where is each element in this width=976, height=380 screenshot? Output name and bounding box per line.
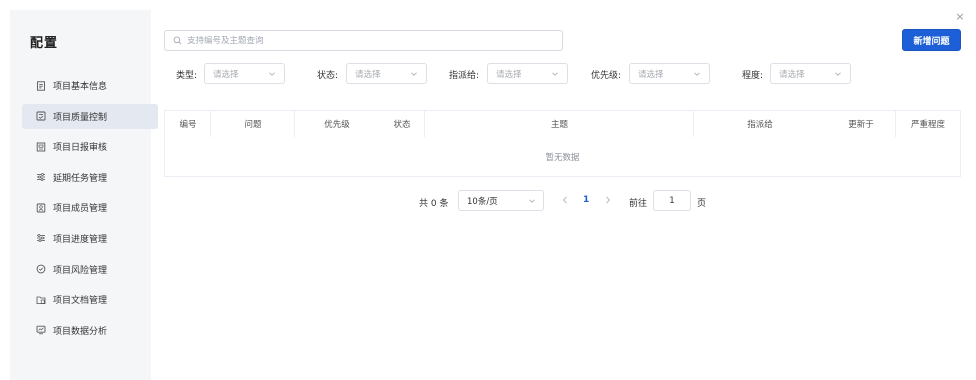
- sidebar-item-label: 项目日报审核: [53, 143, 108, 154]
- sidebar-item-daily-report[interactable]: 项目日报审核: [22, 134, 158, 159]
- column-header-subject[interactable]: 主题: [425, 111, 694, 137]
- next-page-icon[interactable]: [604, 195, 612, 205]
- sidebar-title: 配置: [30, 36, 59, 51]
- close-icon[interactable]: ×: [955, 11, 965, 22]
- sidebar-item-label: 延期任务管理: [53, 173, 108, 184]
- sidebar-item-risk[interactable]: 项目风险管理: [22, 257, 158, 282]
- page-suffix-label: 页: [697, 199, 707, 209]
- sidebar-item-label: 项目基本信息: [53, 82, 108, 92]
- sidebar-item-label: 项目风险管理: [53, 265, 108, 276]
- member-icon: [36, 203, 46, 213]
- filter-assignee-label: 指派给:: [449, 71, 480, 81]
- sidebar-menu: 项目基本信息 项目质量控制 项目日报审核 延期任务管理 项目成员管理 项目进度管…: [22, 73, 158, 348]
- sidebar-item-delay-task[interactable]: 延期任务管理: [22, 165, 158, 190]
- search-box[interactable]: [164, 30, 563, 51]
- sidebar-item-quality-control[interactable]: 项目质量控制: [22, 103, 158, 129]
- column-header-severity[interactable]: 严重程度: [896, 111, 960, 137]
- column-header-status[interactable]: 状态: [379, 111, 425, 137]
- chevron-down-icon: [411, 72, 417, 76]
- filter-priority-select[interactable]: 请选择: [629, 63, 710, 84]
- filter-severity-placeholder: 请选择: [779, 69, 805, 80]
- sidebar-item-label: 项目数据分析: [53, 326, 108, 337]
- search-input[interactable]: [187, 35, 557, 46]
- filter-assignee-select[interactable]: 请选择: [487, 63, 568, 84]
- filter-priority-label: 优先级:: [591, 71, 622, 81]
- delay-task-icon: [36, 172, 46, 182]
- chevron-down-icon: [694, 72, 700, 76]
- chevron-down-icon: [552, 72, 558, 76]
- pagination-total: 共 0 条: [419, 199, 449, 209]
- sidebar-item-label: 项目质量控制: [53, 112, 108, 123]
- column-header-updated[interactable]: 更新于: [826, 111, 896, 137]
- risk-icon: [36, 264, 46, 274]
- daily-report-icon: [36, 142, 46, 152]
- folder-doc-icon: [36, 295, 46, 305]
- sidebar: 配置 项目基本信息 项目质量控制 项目日报审核 延期任务管理 项目成员管理 项目…: [10, 10, 158, 380]
- chevron-down-icon: [835, 72, 841, 76]
- sidebar-item-label: 项目文档管理: [53, 296, 108, 307]
- search-icon: [173, 36, 182, 45]
- table-header: 编号 问题 优先级 状态 主题 指派给 更新于 严重程度: [165, 111, 962, 137]
- sidebar-item-label: 项目进度管理: [53, 234, 108, 245]
- column-header-issue[interactable]: 问题: [211, 111, 295, 137]
- filter-assignee-placeholder: 请选择: [496, 69, 522, 80]
- analytics-icon: [36, 325, 46, 335]
- quality-check-icon: [36, 111, 46, 121]
- filter-status-placeholder: 请选择: [355, 69, 381, 80]
- filter-priority-placeholder: 请选择: [638, 69, 664, 80]
- filter-type-label: 类型:: [176, 71, 198, 81]
- filter-severity-select[interactable]: 请选择: [770, 63, 851, 84]
- sidebar-item-progress[interactable]: 项目进度管理: [22, 226, 158, 251]
- sidebar-item-members[interactable]: 项目成员管理: [22, 195, 158, 220]
- filter-status-label: 状态:: [317, 71, 339, 81]
- filter-status-select[interactable]: 请选择: [346, 63, 427, 84]
- filter-type-placeholder: 请选择: [213, 69, 239, 80]
- goto-page-input[interactable]: [653, 190, 691, 211]
- prev-page-icon[interactable]: [561, 195, 569, 205]
- document-info-icon: [36, 80, 46, 91]
- sidebar-item-basic-info[interactable]: 项目基本信息: [22, 73, 158, 98]
- page-size-value: 10条/页: [467, 196, 498, 207]
- filter-type-select[interactable]: 请选择: [204, 63, 285, 84]
- issues-table: 编号 问题 优先级 状态 主题 指派给 更新于 严重程度 暂无数据: [164, 110, 961, 177]
- column-header-id[interactable]: 编号: [165, 111, 211, 137]
- page-size-select[interactable]: 10条/页: [458, 190, 544, 211]
- goto-label: 前往: [629, 199, 648, 209]
- column-header-priority[interactable]: 优先级: [295, 111, 379, 137]
- filter-severity-label: 程度:: [742, 71, 764, 81]
- table-empty-text: 暂无数据: [545, 153, 580, 163]
- chevron-down-icon: [529, 199, 535, 203]
- chevron-down-icon: [269, 72, 275, 76]
- sidebar-item-analytics[interactable]: 项目数据分析: [22, 318, 158, 343]
- add-issue-button[interactable]: 新增问题: [902, 29, 961, 51]
- progress-icon: [36, 233, 46, 243]
- column-header-assignee[interactable]: 指派给: [694, 111, 826, 137]
- sidebar-item-label: 项目成员管理: [53, 204, 108, 215]
- sidebar-item-documents[interactable]: 项目文档管理: [22, 287, 158, 312]
- page-number-current[interactable]: 1: [583, 195, 589, 205]
